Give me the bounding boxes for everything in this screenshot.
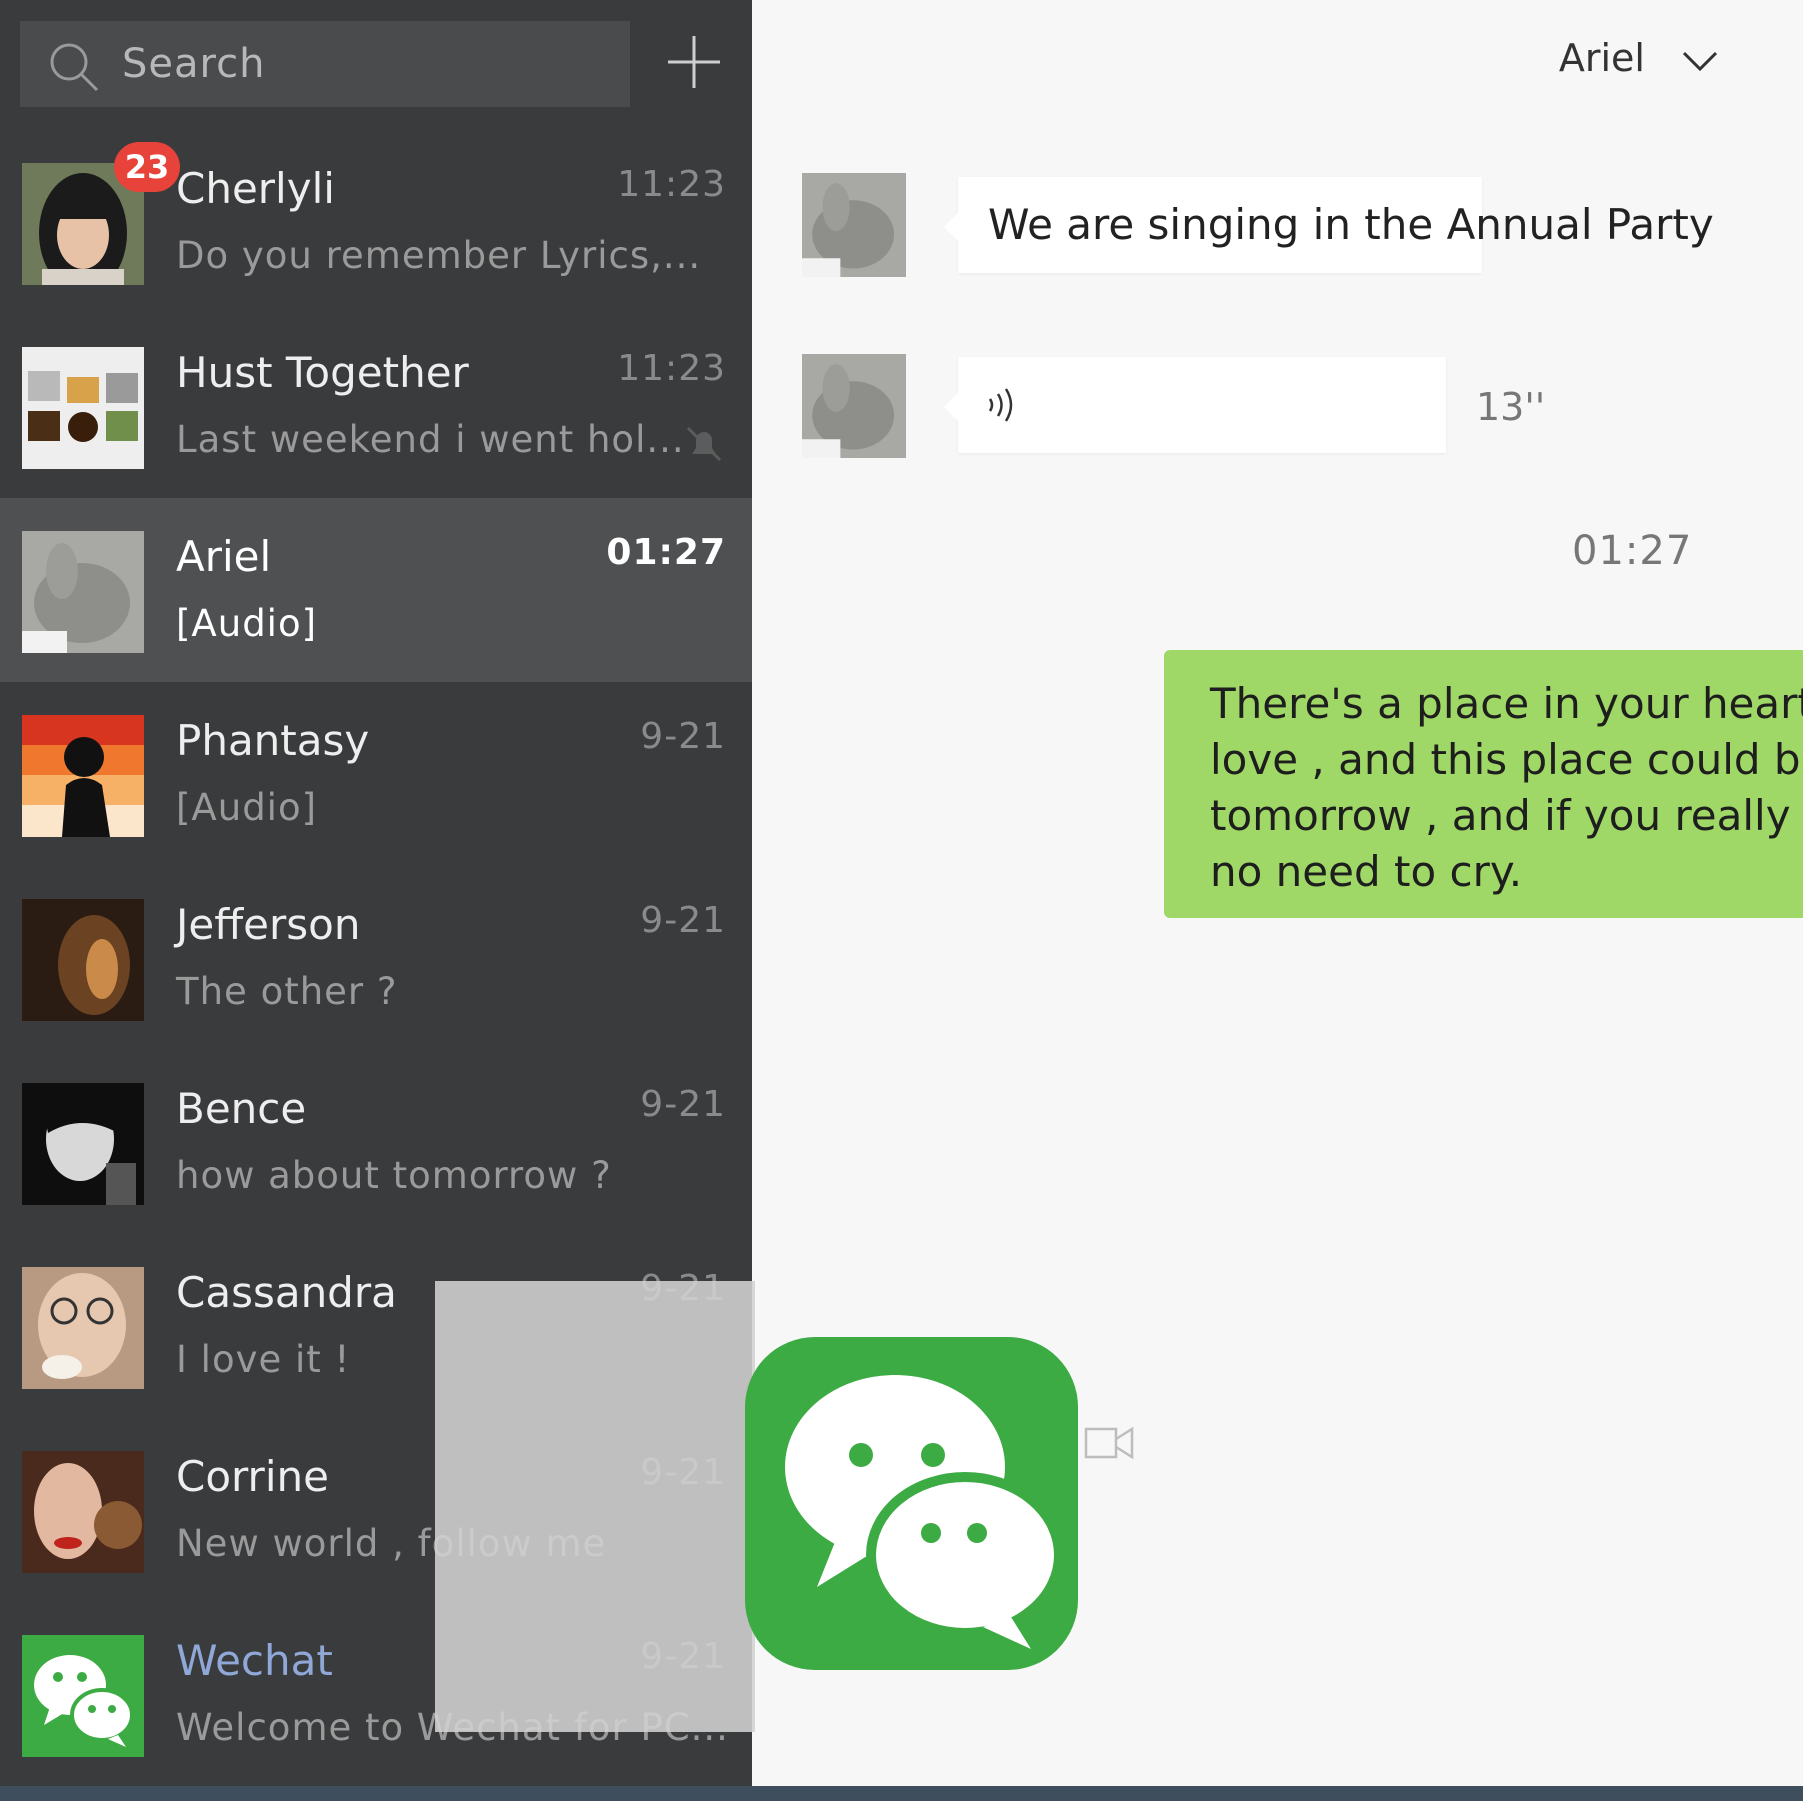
- chat-preview: how about tomorrow ?: [176, 1154, 612, 1197]
- message-bubble[interactable]: We are singing in the Annual Party: [944, 177, 1714, 273]
- search-placeholder: Search: [122, 41, 266, 87]
- chevron-down-icon: [1682, 51, 1718, 71]
- chat-time: 9-21: [640, 716, 726, 757]
- chat-preview: [Audio]: [176, 786, 318, 829]
- chat-time: 11:23: [617, 164, 726, 205]
- chat-time: 9-21: [640, 1084, 726, 1125]
- chat-item-ariel[interactable]: Ariel [Audio] 01:27: [0, 498, 752, 682]
- chat-preview: [Audio]: [176, 602, 318, 645]
- avatar[interactable]: [802, 354, 906, 458]
- chat-time: 9-21: [640, 900, 726, 941]
- chat-item-hust-together[interactable]: Hust Together Last weekend i went hol...…: [0, 314, 752, 498]
- outgoing-message-bubble[interactable]: There's a place in your heart , and i kn…: [1164, 650, 1803, 918]
- chat-item-jefferson[interactable]: Jefferson The other ? 9-21: [0, 866, 752, 1050]
- chat-name: Wechat: [176, 1636, 333, 1685]
- search-icon: [50, 43, 99, 92]
- contact-menu[interactable]: Ariel: [1559, 36, 1719, 80]
- chat-name: Hust Together: [176, 348, 469, 397]
- audio-wave-icon: [988, 388, 1013, 422]
- chat-item-bence[interactable]: Bence how about tomorrow ? 9-21: [0, 1050, 752, 1234]
- chat-name: Cherlyli: [176, 164, 335, 213]
- wechat-logo-icon: [745, 1337, 1078, 1670]
- chat-name: Jefferson: [176, 900, 361, 949]
- avatar: [22, 1083, 144, 1205]
- chat-name: Corrine: [176, 1452, 329, 1501]
- contact-name: Ariel: [1558, 36, 1645, 80]
- mute-icon: [686, 426, 722, 462]
- chat-name: Phantasy: [176, 716, 370, 765]
- chat-preview: I love it !: [176, 1338, 351, 1381]
- chat-item-phantasy[interactable]: Phantasy [Audio] 9-21: [0, 682, 752, 866]
- audio-duration: 13'': [1476, 385, 1546, 429]
- chat-name: Cassandra: [176, 1268, 397, 1317]
- chat-preview: Do you remember Lyrics,...: [176, 234, 702, 277]
- audio-message-bubble[interactable]: [944, 357, 1446, 453]
- avatar: [22, 1451, 144, 1573]
- time-divider: 01:27: [1572, 528, 1693, 574]
- chat-name: Bence: [176, 1084, 307, 1133]
- avatar: [22, 899, 144, 1021]
- avatar: [22, 347, 144, 469]
- chat-preview: Last weekend i went hol...: [176, 418, 685, 461]
- avatar: [22, 1635, 144, 1757]
- add-button[interactable]: [666, 34, 722, 90]
- unread-badge: 23: [114, 142, 180, 192]
- chat-item-cherlyli[interactable]: 23 Cherlyli Do you remember Lyrics,... 1…: [0, 130, 752, 314]
- search-input[interactable]: Search: [20, 21, 630, 107]
- avatar: [22, 715, 144, 837]
- avatar[interactable]: [802, 173, 906, 277]
- avatar: [22, 1267, 144, 1389]
- chat-name: Ariel: [176, 532, 272, 581]
- avatar: [22, 531, 144, 653]
- video-call-icon[interactable]: [1082, 1415, 1138, 1471]
- chat-preview: The other ?: [176, 970, 398, 1013]
- chat-time: 01:27: [606, 532, 726, 573]
- window-bottom-bar: [0, 1786, 1803, 1801]
- overlay-panel: [435, 1281, 755, 1732]
- chat-time: 11:23: [617, 348, 726, 389]
